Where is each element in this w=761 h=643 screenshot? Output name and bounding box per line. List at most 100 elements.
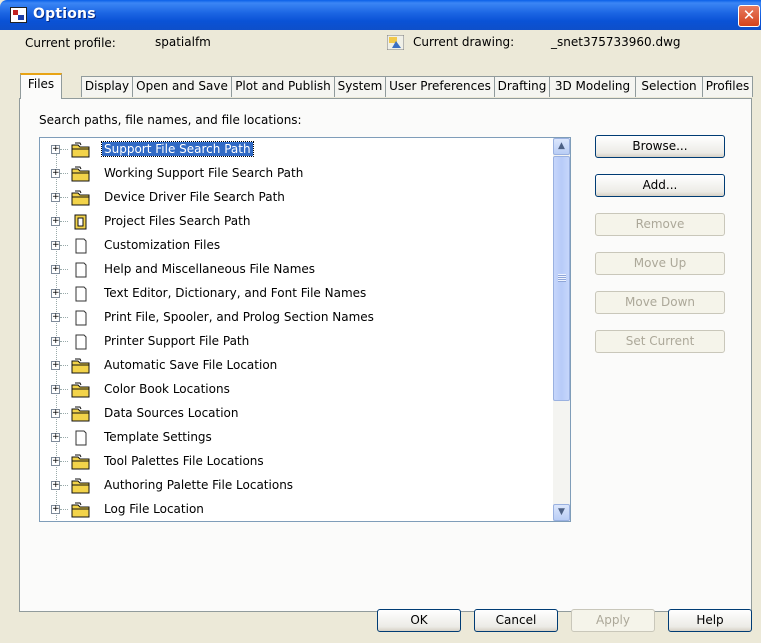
tree-item[interactable]: + Automatic Save File Location xyxy=(40,355,552,377)
tree-connector xyxy=(60,149,68,150)
tree-item[interactable]: + Log File Location xyxy=(40,499,552,521)
expand-icon[interactable]: + xyxy=(51,361,60,370)
tree-item-label[interactable]: Customization Files xyxy=(102,238,222,252)
move-down-button[interactable]: Move Down xyxy=(595,291,725,314)
window-title: Options xyxy=(33,6,96,22)
folder-icon xyxy=(71,142,91,158)
tree-item[interactable]: + Color Book Locations xyxy=(40,379,552,401)
tree-connector xyxy=(60,341,68,342)
tree-item[interactable]: + Print File, Spooler, and Prolog Section… xyxy=(40,307,552,329)
tree-vertical-scrollbar[interactable]: ▲ ▼ xyxy=(553,138,570,521)
expand-icon[interactable]: + xyxy=(51,337,60,346)
remove-button[interactable]: Remove xyxy=(595,213,725,236)
tab-drafting[interactable]: Drafting xyxy=(494,76,550,97)
expand-icon[interactable]: + xyxy=(51,385,60,394)
tree-connector xyxy=(60,221,68,222)
document-icon xyxy=(71,286,91,302)
folder-icon xyxy=(71,406,91,422)
cancel-button[interactable]: Cancel xyxy=(474,609,558,632)
tree-connector xyxy=(60,437,68,438)
expand-icon[interactable]: + xyxy=(51,409,60,418)
tree-item-label[interactable]: Color Book Locations xyxy=(102,382,232,396)
tree-item[interactable]: + Tool Palettes File Locations xyxy=(40,451,552,473)
expand-icon[interactable]: + xyxy=(51,265,60,274)
expand-icon[interactable]: + xyxy=(51,433,60,442)
tree-item[interactable]: + Working Support File Search Path xyxy=(40,163,552,185)
tab-files[interactable]: Files xyxy=(20,73,62,99)
expand-icon[interactable]: + xyxy=(51,169,60,178)
document-icon xyxy=(71,310,91,326)
set-current-button[interactable]: Set Current xyxy=(595,330,725,353)
document-icon xyxy=(71,334,91,350)
tree-item-label[interactable]: Device Driver File Search Path xyxy=(102,190,287,204)
tree-item-label[interactable]: Tool Palettes File Locations xyxy=(102,454,266,468)
drawing-icon xyxy=(387,35,404,50)
expand-icon[interactable]: + xyxy=(51,313,60,322)
tree-item[interactable]: + Printer Support File Path xyxy=(40,331,552,353)
scroll-down-button[interactable]: ▼ xyxy=(553,504,570,521)
folder-icon xyxy=(71,478,91,494)
tab-user-preferences[interactable]: User Preferences xyxy=(385,76,495,97)
expand-icon[interactable]: + xyxy=(51,457,60,466)
tree-item-label[interactable]: Print File, Spooler, and Prolog Section … xyxy=(102,310,376,324)
move-up-button[interactable]: Move Up xyxy=(595,252,725,275)
tree-item[interactable]: + Data Sources Location xyxy=(40,403,552,425)
tab-plot-and-publish[interactable]: Plot and Publish xyxy=(231,76,335,97)
tree-item[interactable]: + Device Driver File Search Path xyxy=(40,187,552,209)
tree-connector xyxy=(60,365,68,366)
folder-icon xyxy=(71,358,91,374)
tree-connector xyxy=(60,245,68,246)
tree-item-label[interactable]: Project Files Search Path xyxy=(102,214,252,228)
help-button[interactable]: Help xyxy=(668,609,752,632)
current-drawing-label: Current drawing: xyxy=(413,35,515,49)
apply-button[interactable]: Apply xyxy=(571,609,655,632)
expand-icon[interactable]: + xyxy=(51,481,60,490)
tree-item-label[interactable]: Help and Miscellaneous File Names xyxy=(102,262,317,276)
tab-display[interactable]: Display xyxy=(81,76,133,97)
tab-open-and-save[interactable]: Open and Save xyxy=(132,76,232,97)
tree-item-label[interactable]: Log File Location xyxy=(102,502,206,516)
tree-item[interactable]: + Authoring Palette File Locations xyxy=(40,475,552,497)
tree-item-label[interactable]: Text Editor, Dictionary, and Font File N… xyxy=(102,286,368,300)
search-paths-tree[interactable]: + Support File Search Path + Working Suppor… xyxy=(39,137,571,522)
tab-profiles[interactable]: Profiles xyxy=(702,76,753,97)
tree-connector xyxy=(60,389,68,390)
title-bar xyxy=(0,0,761,30)
document-icon xyxy=(71,262,91,278)
expand-icon[interactable]: + xyxy=(51,145,60,154)
current-profile-label: Current profile: xyxy=(25,36,116,50)
expand-icon[interactable]: + xyxy=(51,289,60,298)
folder-icon xyxy=(71,190,91,206)
tree-connector xyxy=(60,317,68,318)
current-drawing-value: _snet375733960.dwg xyxy=(551,35,681,49)
tree-item-label[interactable]: Automatic Save File Location xyxy=(102,358,279,372)
tree-item[interactable]: + Help and Miscellaneous File Names xyxy=(40,259,552,281)
tree-item-label[interactable]: Template Settings xyxy=(102,430,214,444)
add-button[interactable]: Add... xyxy=(595,174,725,197)
tree-item[interactable]: + Template Settings xyxy=(40,427,552,449)
tree-item-label[interactable]: Support File Search Path xyxy=(101,141,254,157)
tab-3d-modeling[interactable]: 3D Modeling xyxy=(549,76,636,97)
tab-selection[interactable]: Selection xyxy=(635,76,703,97)
search-paths-heading: Search paths, file names, and file locat… xyxy=(39,113,302,127)
scroll-thumb[interactable] xyxy=(553,156,570,401)
tree-item-label[interactable]: Data Sources Location xyxy=(102,406,241,420)
tree-item[interactable]: + Project Files Search Path xyxy=(40,211,552,233)
ok-button[interactable]: OK xyxy=(377,609,461,632)
expand-icon[interactable]: + xyxy=(51,241,60,250)
scroll-grip-icon xyxy=(558,274,566,282)
tree-connector xyxy=(60,173,68,174)
tree-item[interactable]: + Customization Files xyxy=(40,235,552,257)
close-button[interactable]: ✕ xyxy=(738,5,760,27)
tree-item[interactable]: + Text Editor, Dictionary, and Font File … xyxy=(40,283,552,305)
tree-item-label[interactable]: Authoring Palette File Locations xyxy=(102,478,295,492)
tree-item[interactable]: + Support File Search Path xyxy=(40,139,552,161)
tree-item-label[interactable]: Printer Support File Path xyxy=(102,334,251,348)
scroll-up-button[interactable]: ▲ xyxy=(553,138,570,155)
expand-icon[interactable]: + xyxy=(51,505,60,514)
tree-item-label[interactable]: Working Support File Search Path xyxy=(102,166,305,180)
tab-system[interactable]: System xyxy=(334,76,386,97)
expand-icon[interactable]: + xyxy=(51,217,60,226)
browse-button[interactable]: Browse... xyxy=(595,135,725,158)
expand-icon[interactable]: + xyxy=(51,193,60,202)
